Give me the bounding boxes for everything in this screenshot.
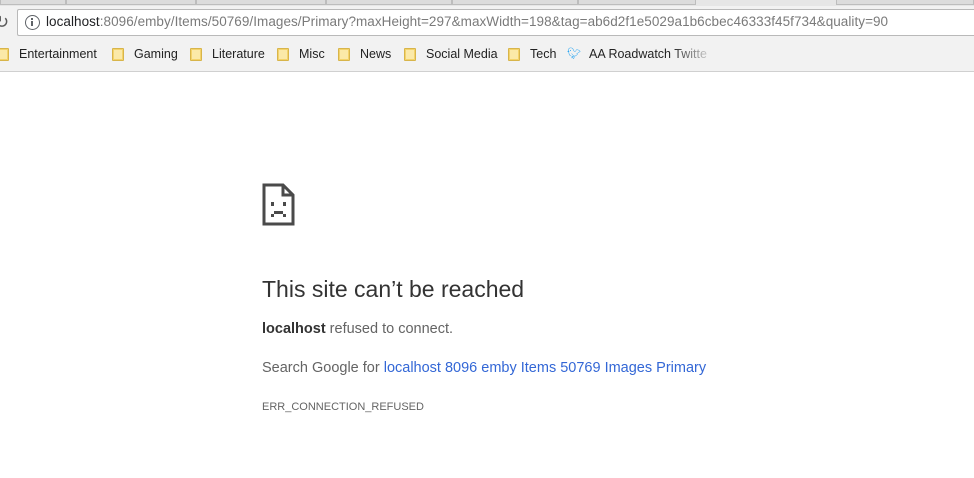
error-code: ERR_CONNECTION_REFUSED bbox=[262, 401, 424, 413]
bookmark-label: Tech bbox=[530, 47, 557, 61]
bookmark-tech[interactable]: Tech bbox=[508, 45, 556, 63]
reload-icon[interactable]: ↻ bbox=[0, 12, 10, 32]
tab-sliver[interactable] bbox=[326, 0, 452, 5]
tab-sliver[interactable] bbox=[836, 0, 974, 5]
bookmark-misc[interactable]: Misc bbox=[277, 45, 325, 63]
folder-icon bbox=[190, 47, 202, 61]
folder-icon bbox=[277, 47, 289, 61]
folder-icon bbox=[0, 47, 9, 61]
bookmark-aa-roadwatch-twitter[interactable]: 🐦︎ AA Roadwatch Twitte bbox=[567, 45, 707, 63]
bookmark-label: Gaming bbox=[134, 47, 178, 61]
bookmark-label: Social Media bbox=[426, 47, 498, 61]
bookmark-entertainment[interactable]: Entertainment bbox=[0, 45, 97, 63]
bookmark-gaming[interactable]: Gaming bbox=[112, 45, 178, 63]
tab-sliver[interactable] bbox=[0, 0, 66, 5]
bookmark-literature[interactable]: Literature bbox=[190, 45, 265, 63]
bookmark-label: Entertainment bbox=[19, 47, 97, 61]
info-icon[interactable] bbox=[25, 15, 40, 30]
search-google-link[interactable]: localhost 8096 emby Items 50769 Images P… bbox=[384, 360, 706, 376]
address-bar[interactable]: localhost:8096/emby/Items/50769/Images/P… bbox=[17, 9, 974, 36]
search-suggestion: Search Google for localhost 8096 emby It… bbox=[262, 360, 706, 376]
error-title: This site can’t be reached bbox=[262, 276, 525, 302]
bookmarks-bar: Entertainment Gaming Literature Misc New… bbox=[0, 43, 974, 65]
bookmark-label: News bbox=[360, 47, 392, 61]
bookmark-social-media[interactable]: Social Media bbox=[404, 45, 498, 63]
browser-chrome: ↻ localhost:8096/emby/Items/50769/Images… bbox=[0, 0, 974, 72]
url-path: :8096/emby/Items/50769/Images/Primary?ma… bbox=[99, 14, 889, 29]
error-host: localhost bbox=[262, 321, 326, 337]
tab-sliver[interactable] bbox=[66, 0, 196, 5]
tab-sliver[interactable] bbox=[578, 0, 696, 5]
bookmark-label: Misc bbox=[299, 47, 325, 61]
folder-icon bbox=[338, 47, 350, 61]
tab-sliver[interactable] bbox=[196, 0, 326, 5]
bookmark-label: AA Roadwatch Twitte bbox=[589, 47, 707, 61]
url-host: localhost bbox=[46, 14, 100, 29]
twitter-icon: 🐦︎ bbox=[567, 48, 581, 60]
bookmark-news[interactable]: News bbox=[338, 45, 391, 63]
folder-icon bbox=[508, 47, 520, 61]
search-prefix: Search Google for bbox=[262, 360, 384, 376]
error-refused-text: refused to connect. bbox=[325, 321, 454, 337]
tab-sliver[interactable] bbox=[452, 0, 578, 5]
folder-icon bbox=[404, 47, 416, 61]
sad-page-icon bbox=[262, 183, 295, 226]
bookmark-label: Literature bbox=[212, 47, 265, 61]
folder-icon bbox=[112, 47, 124, 61]
url-text[interactable]: localhost:8096/emby/Items/50769/Images/P… bbox=[46, 14, 888, 29]
error-description: localhost refused to connect. bbox=[262, 321, 453, 337]
